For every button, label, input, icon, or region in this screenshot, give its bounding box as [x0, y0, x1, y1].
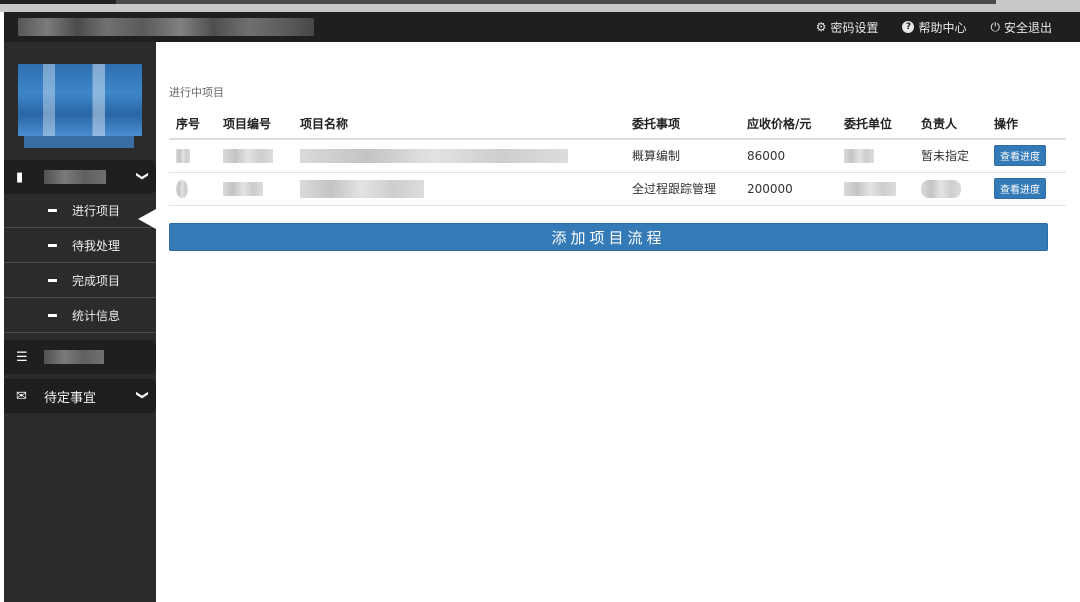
brand-title-redacted — [18, 18, 314, 36]
chevron-down-icon: ❯ — [135, 389, 150, 401]
book-icon: ▮ — [16, 169, 24, 185]
sidebar-item-ongoing-projects[interactable]: 进行项目 — [4, 194, 156, 228]
active-item-pointer — [138, 209, 156, 229]
chrome-dark-segment-2 — [116, 0, 996, 4]
sidebar-item-statistics[interactable]: 统计信息 — [4, 299, 156, 333]
table-header-row: 序号 项目编号 项目名称 委托事项 应收价格/元 委托单位 负责人 操作 — [169, 108, 1066, 140]
chevron-down-icon: ❯ — [135, 170, 150, 182]
help-center-label: 帮助中心 — [918, 20, 967, 35]
project-table: 序号 项目编号 项目名称 委托事项 应收价格/元 委托单位 负责人 操作 概算编… — [169, 108, 1066, 206]
envelope-icon: ✉ — [16, 388, 27, 404]
password-settings-label: 密码设置 — [830, 20, 879, 35]
col-header-action: 操作 — [987, 108, 1066, 140]
redacted-value — [921, 179, 961, 198]
gear-icon: ⚙ — [815, 20, 827, 34]
cell-action: 查看进度 — [987, 172, 1066, 206]
sidebar-item-label: 统计信息 — [72, 309, 121, 323]
sidebar-item-completed-projects[interactable]: 完成项目 — [4, 264, 156, 298]
redacted-value — [176, 179, 188, 198]
redacted-value — [176, 149, 190, 163]
redacted-value — [300, 149, 568, 163]
list-icon: ☰ — [16, 349, 28, 365]
cell-price: 200000 — [740, 172, 837, 206]
col-header-index: 序号 — [169, 108, 216, 140]
sidebar-group-label: 待定事宜 — [44, 390, 97, 406]
logout-link[interactable]: ⏻ 安全退出 — [990, 19, 1052, 36]
col-header-owner: 负责人 — [914, 108, 987, 140]
add-project-flow-button[interactable]: 添加项目流程 — [169, 223, 1048, 251]
power-icon: ⏻ — [990, 20, 1000, 34]
sidebar-item-pending-my-action[interactable]: 待我处理 — [4, 229, 156, 263]
main-content: 进行中项目 序号 项目编号 项目名称 委托事项 应收价格/元 委托单位 负责人 … — [156, 42, 1080, 602]
cell-project-code — [216, 172, 293, 206]
cell-project-name — [293, 172, 625, 206]
cell-price: 86000 — [740, 139, 837, 173]
dash-icon — [48, 244, 57, 247]
redacted-value — [223, 149, 273, 163]
sidebar-group-pending-matters[interactable]: ✉ 待定事宜 ❯ — [4, 379, 156, 413]
dash-icon — [48, 209, 57, 212]
redacted-value — [844, 181, 896, 196]
dash-icon — [48, 279, 57, 282]
cell-owner — [914, 172, 987, 206]
password-settings-link[interactable]: ⚙ 密码设置 — [816, 19, 879, 36]
sidebar-group-1-label-redacted — [44, 170, 106, 184]
view-progress-button[interactable]: 查看进度 — [994, 145, 1046, 167]
logout-label: 安全退出 — [1003, 20, 1052, 35]
col-header-project-code: 项目编号 — [216, 108, 293, 140]
col-header-matter: 委托事项 — [625, 108, 740, 140]
col-header-project-name: 项目名称 — [293, 108, 625, 140]
help-center-link[interactable]: ? 帮助中心 — [902, 19, 966, 36]
col-header-price: 应收价格/元 — [740, 108, 837, 140]
sidebar-group-1[interactable]: ▮ ❯ — [4, 160, 156, 194]
redacted-value — [300, 179, 424, 198]
page-title: 进行中项目 — [169, 86, 224, 99]
logo-redacted — [18, 64, 142, 148]
sidebar-group-2-label-redacted — [44, 350, 104, 364]
sidebar-group-2[interactable]: ☰ — [4, 340, 156, 374]
help-icon: ? — [902, 21, 915, 33]
cell-index — [169, 172, 216, 206]
cell-matter: 概算编制 — [625, 139, 740, 173]
dash-icon — [48, 314, 57, 317]
sidebar-item-label: 待我处理 — [72, 239, 121, 253]
cell-project-code — [216, 139, 293, 173]
window-chrome-strip — [0, 0, 1080, 12]
col-header-client: 委托单位 — [837, 108, 914, 140]
cell-action: 查看进度 — [987, 139, 1066, 173]
cell-client — [837, 139, 914, 173]
redacted-value — [844, 149, 874, 163]
cell-owner: 暂未指定 — [914, 139, 987, 173]
chrome-dark-segment — [0, 0, 116, 4]
top-links: ⚙ 密码设置 ? 帮助中心 ⏻ 安全退出 — [816, 12, 1052, 42]
cell-client — [837, 172, 914, 206]
cell-matter: 全过程跟踪管理 — [625, 172, 740, 206]
sidebar: ▮ ❯ 进行项目 待我处理 完成项目 统计信息 ☰ ✉ 待定事宜 ❯ — [4, 42, 156, 602]
cell-index — [169, 139, 216, 173]
cell-project-name — [293, 139, 625, 173]
redacted-value — [223, 181, 263, 196]
sidebar-item-label: 完成项目 — [72, 274, 121, 288]
table-row: 全过程跟踪管理 200000 查看进度 — [169, 172, 1066, 206]
sidebar-item-label: 进行项目 — [72, 204, 121, 218]
top-navbar: ⚙ 密码设置 ? 帮助中心 ⏻ 安全退出 — [4, 12, 1080, 42]
view-progress-button[interactable]: 查看进度 — [994, 178, 1046, 199]
table-row: 概算编制 86000 暂未指定 查看进度 — [169, 139, 1066, 173]
